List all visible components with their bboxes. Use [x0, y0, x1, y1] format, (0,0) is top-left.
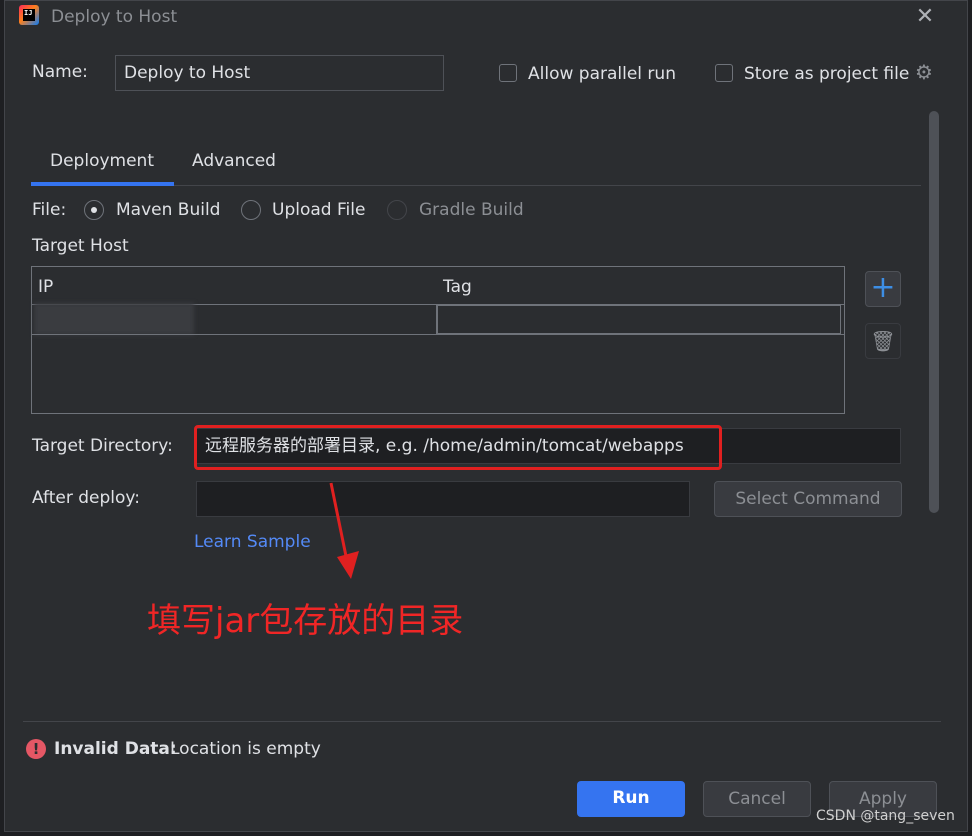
upload-file-label: Upload File: [272, 200, 366, 220]
name-input[interactable]: Deploy to Host: [115, 55, 444, 91]
error-icon: !: [26, 739, 46, 759]
blurred-ip-cell: [34, 303, 194, 335]
store-project-label: Store as project file: [744, 64, 910, 84]
add-host-button[interactable]: +: [865, 271, 901, 307]
after-deploy-label: After deploy:: [32, 488, 140, 508]
after-deploy-input[interactable]: [196, 481, 690, 517]
tab-deployment[interactable]: Deployment: [50, 151, 154, 171]
select-command-button[interactable]: Select Command: [714, 481, 902, 517]
cancel-button[interactable]: Cancel: [703, 781, 811, 817]
column-header-ip: IP: [38, 277, 54, 297]
status-bold-label: Invalid Data:: [54, 739, 177, 759]
gradle-build-label: Gradle Build: [419, 200, 524, 220]
allow-parallel-checkbox[interactable]: [499, 64, 517, 82]
allow-parallel-label: Allow parallel run: [528, 64, 676, 84]
deploy-dialog: IJ Deploy to Host ✕ Name: Deploy to Host…: [4, 0, 968, 832]
name-label: Name:: [32, 62, 88, 82]
trash-icon[interactable]: 🗑: [865, 323, 901, 359]
annotation-highlight-box: [194, 425, 722, 470]
intellij-logo-icon: IJ: [19, 5, 39, 25]
window-title: Deploy to Host: [51, 7, 178, 27]
annotation-arrow-icon: [329, 482, 359, 579]
tag-cell[interactable]: [437, 305, 841, 334]
table-row[interactable]: [32, 303, 844, 335]
status-message: Location is empty: [170, 739, 321, 759]
radio-maven-build[interactable]: [84, 200, 104, 220]
store-project-checkbox[interactable]: [715, 64, 733, 82]
footer-separator: [23, 721, 941, 722]
file-label: File:: [32, 200, 67, 220]
scrollbar[interactable]: [929, 111, 939, 513]
maven-build-label: Maven Build: [116, 200, 221, 220]
run-button[interactable]: Run: [577, 781, 685, 817]
close-icon[interactable]: ✕: [911, 3, 939, 31]
target-host-table: IP Tag: [31, 266, 845, 414]
tab-selected-indicator: [31, 182, 174, 186]
column-header-tag: Tag: [443, 277, 472, 297]
tab-advanced[interactable]: Advanced: [192, 151, 276, 171]
row-divider: [32, 334, 844, 335]
annotation-text: 填写jar包存放的目录: [147, 601, 464, 641]
radio-upload-file[interactable]: [241, 200, 261, 220]
csdn-watermark: CSDN @tang_seven: [816, 808, 955, 824]
learn-sample-link[interactable]: Learn Sample: [194, 532, 311, 552]
target-host-label: Target Host: [32, 236, 129, 256]
gear-icon[interactable]: ⚙: [915, 60, 933, 84]
target-directory-label: Target Directory:: [32, 436, 173, 456]
radio-gradle-build[interactable]: [387, 200, 407, 220]
